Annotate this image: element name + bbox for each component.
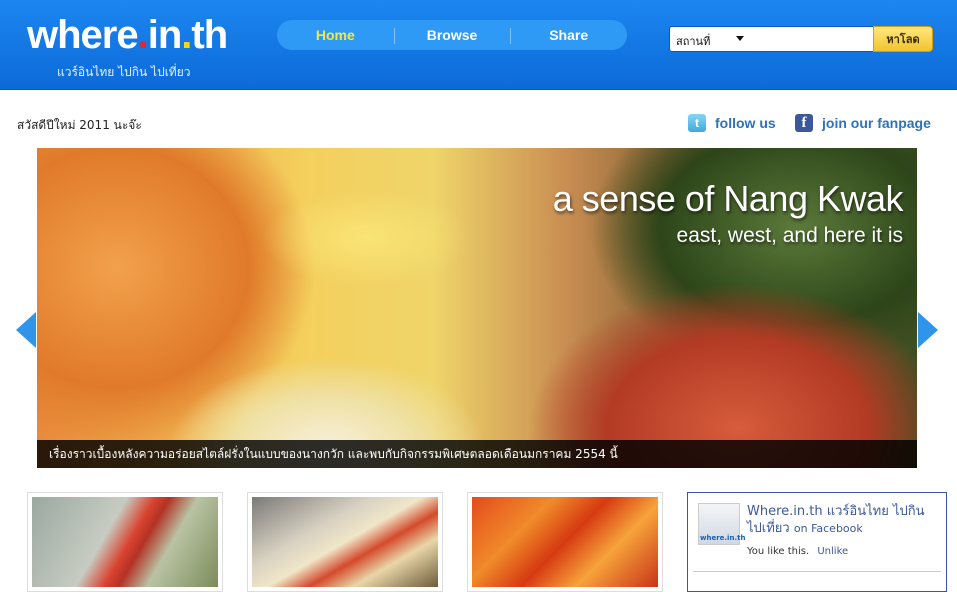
thumbnail-2[interactable] bbox=[247, 492, 443, 592]
facebook-fanpage-link[interactable]: f join our fanpage bbox=[795, 114, 931, 132]
facebook-on-label: on Facebook bbox=[793, 522, 863, 535]
site-header: where.in.th แวร์อินไทย ไปกิน ไปเที่ยว Ho… bbox=[0, 0, 957, 90]
hero-slide[interactable]: a sense of Nang Kwak east, west, and her… bbox=[37, 148, 917, 468]
site-tagline: แวร์อินไทย ไปกิน ไปเที่ยว bbox=[57, 65, 191, 79]
facebook-page-avatar[interactable]: where.in.th bbox=[698, 503, 745, 545]
thumbnail-image bbox=[32, 497, 218, 587]
facebook-like-box: where.in.th Where.in.th แวร์อินไทย ไปกิน… bbox=[687, 492, 947, 592]
search-button[interactable]: หาโลด bbox=[873, 26, 933, 52]
divider bbox=[693, 571, 941, 572]
hero-subtitle: east, west, and here it is bbox=[676, 224, 903, 247]
logo-part-th: th bbox=[191, 13, 228, 57]
hero-title: a sense of Nang Kwak bbox=[552, 178, 904, 219]
thumbnail-3[interactable] bbox=[467, 492, 663, 592]
slide-next-arrow-icon[interactable] bbox=[918, 312, 938, 348]
greeting-text: สวัสดีปีใหม่ 2011 นะจ๊ะ bbox=[17, 118, 142, 132]
slide-prev-arrow-icon[interactable] bbox=[16, 312, 36, 348]
chevron-down-icon bbox=[736, 36, 744, 41]
facebook-page-name[interactable]: Where.in.th แวร์อินไทย ไปกิน ไปเที่ยว on… bbox=[747, 503, 937, 537]
main-nav: Home Browse Share bbox=[277, 20, 627, 50]
hero-caption[interactable]: เรื่องราวเบื้องหลังความอร่อยสไตล์ฝรั่งใน… bbox=[37, 440, 917, 468]
nav-share[interactable]: Share bbox=[510, 27, 627, 44]
search-bar: สถานที่ หาโลด bbox=[669, 26, 933, 52]
nav-browse[interactable]: Browse bbox=[393, 27, 511, 44]
thumbnail-image bbox=[472, 497, 658, 587]
nav-home[interactable]: Home bbox=[277, 27, 394, 43]
facebook-page-avatar-label: where.in.th bbox=[700, 534, 746, 542]
facebook-fanpage-label: join our fanpage bbox=[822, 115, 931, 131]
facebook-icon: f bbox=[795, 114, 813, 132]
twitter-follow-link[interactable]: t follow us bbox=[688, 114, 776, 132]
search-category-select[interactable]: สถานที่ bbox=[676, 32, 744, 50]
search-input[interactable] bbox=[748, 29, 868, 49]
logo-dot-red: . bbox=[137, 13, 149, 57]
facebook-unlike-link[interactable]: Unlike bbox=[817, 546, 848, 557]
search-category-label: สถานที่ bbox=[676, 35, 711, 48]
logo-part-where: where bbox=[27, 13, 139, 57]
thumbnail-image bbox=[252, 497, 438, 587]
site-logo[interactable]: where.in.th bbox=[27, 12, 228, 58]
thumbnail-1[interactable] bbox=[27, 492, 223, 592]
twitter-follow-label: follow us bbox=[715, 115, 776, 131]
facebook-like-status: You like this. Unlike bbox=[747, 546, 848, 557]
twitter-icon: t bbox=[688, 114, 706, 132]
logo-part-in: in bbox=[147, 13, 183, 57]
logo-dot-yellow: . bbox=[181, 13, 192, 57]
facebook-like-text: You like this. bbox=[747, 546, 810, 557]
